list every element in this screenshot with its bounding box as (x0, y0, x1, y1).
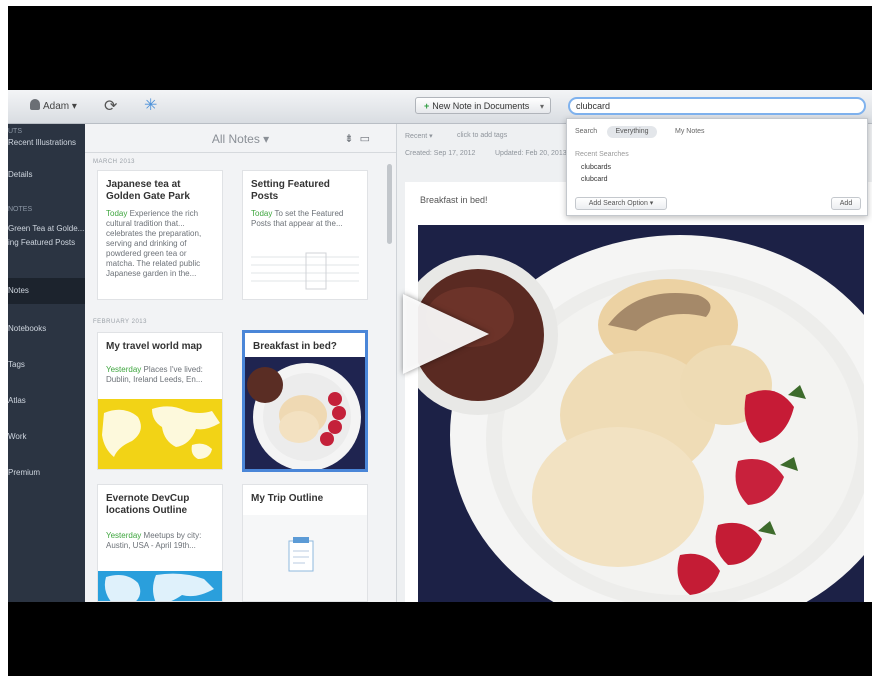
note-card-snippet: Yesterday Places I've lived: Dublin, Ire… (106, 365, 216, 385)
sidebar-item-details[interactable]: Details (8, 170, 32, 179)
note-title[interactable]: Breakfast in bed! (420, 195, 488, 205)
note-card-thumbnail (251, 252, 359, 290)
account-menu[interactable]: Adam ▾ (30, 99, 77, 112)
plus-icon: + (424, 101, 430, 111)
note-card-text: Experience the rich cultural tradition t… (106, 209, 202, 278)
note-list: All Notes ▾ ⇟▭ MARCH 2013 FEBRUARY 2013 … (85, 124, 396, 602)
sidebar-item-work[interactable]: Work (8, 432, 27, 441)
search-input[interactable]: clubcard (568, 97, 866, 115)
sort-icon[interactable]: ⇟ (344, 133, 359, 145)
sidebar-item-notebooks[interactable]: Notebooks (8, 324, 46, 333)
breakfast-thumbnail (245, 357, 365, 469)
note-list-header: All Notes ▾ ⇟▭ (85, 124, 396, 153)
search-dropdown: Search Everything My Notes Recent Search… (566, 118, 868, 216)
sidebar-section-recent-notes: NOTES (8, 206, 33, 213)
view-mode-icon[interactable]: ▭ (360, 133, 376, 145)
note-card[interactable]: My Trip Outline (242, 484, 368, 602)
note-card-date: Yesterday (106, 531, 142, 540)
updated-date: Updated: Feb 20, 2013 (495, 150, 567, 157)
tags-input[interactable]: click to add tags (457, 132, 507, 139)
scope-everything-button[interactable]: Everything (607, 126, 657, 138)
locations-map-thumbnail (98, 571, 222, 601)
recent-search-item[interactable]: clubcard (581, 176, 607, 183)
note-card-snippet: Yesterday Meetups by city: Austin, USA -… (106, 531, 216, 551)
play-icon[interactable] (403, 294, 489, 374)
sidebar-item-green-tea[interactable]: Green Tea at Golde... (8, 224, 84, 233)
month-header: FEBRUARY 2013 (93, 319, 147, 325)
new-note-button[interactable]: + New Note in Documents ▾ (415, 97, 551, 114)
scope-my-notes-button[interactable]: My Notes (675, 128, 705, 135)
recent-searches-header: Recent Searches (575, 151, 629, 158)
world-map-thumbnail (98, 399, 222, 469)
note-card-title: Setting Featured Posts (251, 179, 330, 202)
note-card-title: Breakfast in bed? (253, 341, 337, 352)
note-card-date: Yesterday (106, 365, 142, 374)
chevron-down-icon: ▾ (539, 102, 544, 111)
month-header: MARCH 2013 (93, 159, 136, 165)
note-card-snippet: Today To set the Featured Posts that app… (251, 209, 361, 229)
search-scope-label: Search (575, 128, 598, 135)
user-icon (30, 99, 40, 110)
sidebar: UTS Recent Illustrations Details NOTES G… (8, 124, 85, 602)
sidebar-item-atlas[interactable]: Atlas (8, 396, 26, 405)
note-card-snippet: Today Experience the rich cultural tradi… (106, 209, 216, 279)
note-card-title: My travel world map (106, 341, 203, 352)
note-card-title: My Trip Outline (251, 493, 324, 504)
add-button[interactable]: Add (831, 197, 861, 210)
note-card[interactable]: Setting Featured Posts Today To set the … (242, 170, 368, 300)
note-card-date: Today (106, 209, 128, 218)
notebook-selector[interactable]: Recent ▾ (405, 132, 433, 140)
note-card-title: Evernote DevCup locations Outline (106, 493, 190, 516)
sidebar-item-premium[interactable]: Premium (8, 468, 40, 477)
recent-search-item[interactable]: clubcards (581, 164, 611, 171)
sidebar-item-notes[interactable]: Notes (8, 286, 29, 295)
sync-icon[interactable]: ⟳ (104, 96, 117, 116)
note-card-date: Today (251, 209, 273, 218)
activity-icon[interactable]: ✳ (144, 95, 157, 115)
account-name: Adam ▾ (43, 101, 77, 112)
new-note-label: New Note in Documents (432, 101, 530, 111)
note-card[interactable]: My travel world map Yesterday Places I'v… (97, 332, 223, 470)
view-options[interactable]: ⇟▭ (344, 132, 376, 145)
note-card[interactable]: Evernote DevCup locations Outline Yester… (97, 484, 223, 602)
created-date: Created: Sep 17, 2012 (405, 150, 476, 157)
note-list-scrollbar[interactable] (387, 164, 392, 244)
note-card-selected[interactable]: Breakfast in bed? (242, 330, 368, 472)
note-card-title: Japanese tea at Golden Gate Park (106, 179, 190, 202)
sidebar-section-shortcuts: UTS (8, 128, 22, 135)
sidebar-item-tags[interactable]: Tags (8, 360, 25, 369)
document-thumbnail (243, 515, 367, 601)
sidebar-item-featured-posts[interactable]: ing Featured Posts (8, 238, 75, 247)
note-card[interactable]: Japanese tea at Golden Gate Park Today E… (97, 170, 223, 300)
sidebar-item-recent-illustrations[interactable]: Recent Illustrations (8, 138, 76, 147)
add-search-option-button[interactable]: Add Search Option ▾ (575, 197, 667, 210)
breakfast-photo (418, 225, 864, 602)
